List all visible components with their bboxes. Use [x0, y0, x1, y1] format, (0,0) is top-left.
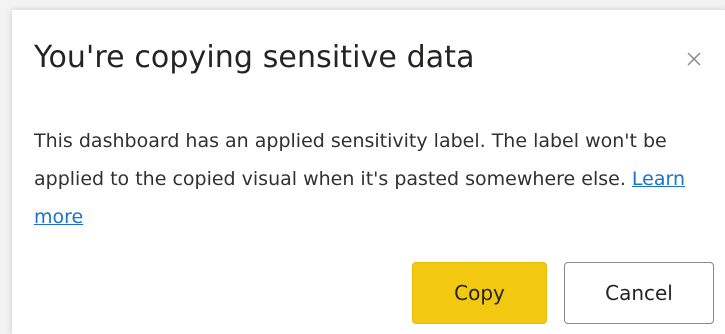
close-icon: [687, 52, 701, 66]
dialog-title: You're copying sensitive data: [34, 40, 475, 75]
sensitive-data-dialog: You're copying sensitive data This dashb…: [12, 10, 725, 334]
cancel-button[interactable]: Cancel: [564, 262, 714, 324]
close-button[interactable]: [680, 45, 708, 73]
dialog-message: This dashboard has an applied sensitivit…: [34, 122, 694, 236]
message-text: This dashboard has an applied sensitivit…: [34, 130, 667, 190]
copy-button[interactable]: Copy: [412, 262, 547, 324]
